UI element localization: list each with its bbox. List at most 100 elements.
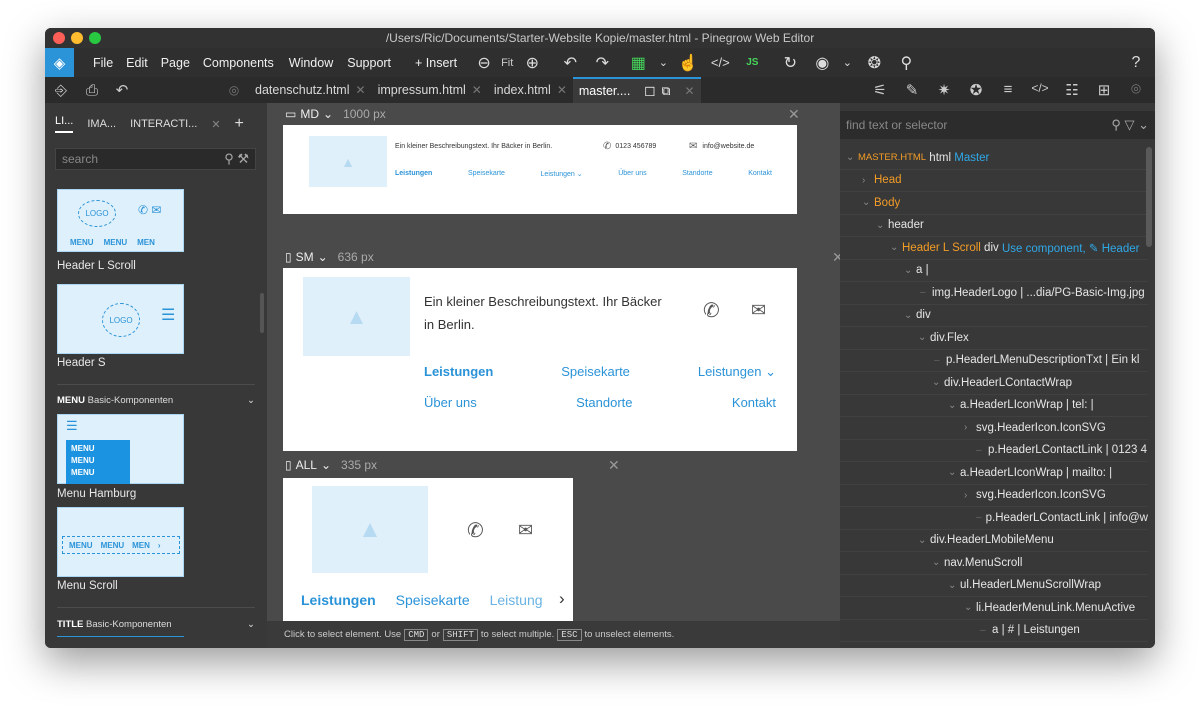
scrollbar[interactable]	[1146, 147, 1152, 247]
close-icon[interactable]: ✕	[788, 106, 800, 123]
chevron-down-icon[interactable]: ⌄	[918, 535, 930, 546]
visibility-icon[interactable]: ◎	[1121, 81, 1151, 99]
chevron-down-icon[interactable]: ⌄	[904, 310, 916, 321]
brush-icon[interactable]: ✎	[897, 81, 927, 99]
component-thumb[interactable]: MENU MENU MEN ›	[57, 507, 184, 577]
refresh-icon[interactable]: ↻	[777, 48, 803, 77]
close-icon[interactable]: ✕	[557, 83, 567, 97]
tab-index[interactable]: index.html ✕	[488, 77, 573, 103]
open-page-icon[interactable]: ⎆	[45, 82, 77, 99]
tree-node[interactable]: ⌄ MASTER.HTML html Master	[840, 147, 1148, 170]
tree-node[interactable]: – img.HeaderLogo | ...dia/PG-Basic-Img.jp…	[840, 282, 1148, 305]
menu-file[interactable]: File	[93, 56, 113, 70]
nav-link[interactable]: Leistung	[490, 592, 543, 608]
square-icon[interactable]: ☐	[644, 84, 655, 99]
insert-button[interactable]: + Insert	[415, 56, 457, 70]
visibility-icon[interactable]: ◎	[219, 83, 249, 97]
tab-interactions[interactable]: INTERACTI...	[130, 118, 197, 130]
tree-node[interactable]: ⌄ li.HeaderMenuLink.MenuActive	[840, 597, 1148, 620]
settings-icon[interactable]: ❂	[861, 48, 887, 77]
component-thumb[interactable]: LOGO ✆ ✉ MENU MENU MEN	[57, 189, 184, 252]
chevron-down-icon[interactable]: ⌄	[918, 332, 930, 343]
save-icon[interactable]: ⎙	[77, 82, 107, 99]
tree-node[interactable]: ⌄ nav.MenuScroll	[840, 552, 1148, 575]
nav-link[interactable]: Leistungen	[395, 170, 432, 178]
pinegrow-logo-icon[interactable]: ◈	[45, 48, 74, 77]
add-icon[interactable]: +	[235, 115, 244, 133]
contact-email[interactable]: ✉ info@website.de	[689, 141, 754, 152]
menu-support[interactable]: Support	[347, 56, 391, 70]
section-header-menu[interactable]: MENU Basic-Komponenten ⌄	[57, 395, 255, 406]
menu-page[interactable]: Page	[161, 56, 190, 70]
chevron-down-icon[interactable]: ⌄	[862, 197, 874, 208]
nav-link[interactable]: Kontakt	[732, 395, 776, 410]
tree-node[interactable]: ⌄ div.HeaderLContactWrap	[840, 372, 1148, 395]
close-icon[interactable]: ✕	[472, 83, 482, 97]
grid-icon[interactable]: ▦	[625, 48, 651, 77]
viewport-header-sm[interactable]: ▯ SM ⌄ 636 px	[285, 246, 374, 268]
tree-node[interactable]: ⌄ ul.HeaderLMenuScrollWrap	[840, 575, 1148, 597]
tree-icon[interactable]: ☷	[1057, 81, 1087, 99]
chevron-down-icon[interactable]: ⌄	[890, 242, 902, 253]
phone-icon[interactable]: ✆	[703, 298, 720, 323]
chevron-down-icon[interactable]: ⌄	[964, 602, 976, 613]
undo-icon[interactable]: ↶	[557, 48, 583, 77]
chevron-right-icon[interactable]: ›	[964, 422, 976, 433]
tree-node[interactable]: › svg.HeaderIcon.IconSVG	[840, 417, 1148, 440]
tree-node[interactable]: – p.HeaderLMenuDescriptionTxt | Ein kl	[840, 350, 1148, 372]
nav-link[interactable]: Speisekarte	[468, 170, 505, 178]
nav-link[interactable]: Speisekarte	[561, 364, 630, 380]
chevron-down-icon[interactable]: ⌄	[247, 395, 255, 406]
nav-link[interactable]: Kontakt	[748, 170, 772, 178]
chevron-right-icon[interactable]: ›	[964, 490, 976, 501]
nav-link[interactable]: Speisekarte	[396, 592, 470, 608]
section-header-title[interactable]: TITLE Basic-Komponenten ⌄	[57, 619, 255, 630]
tree-node[interactable]: ⌄ a.HeaderLIconWrap | tel: |	[840, 395, 1148, 417]
tree-node[interactable]: ⌄ header	[840, 215, 1148, 237]
mail-icon[interactable]: ✉	[751, 300, 766, 321]
chevron-down-icon[interactable]: ⌄	[846, 152, 858, 163]
close-icon[interactable]: ✕	[608, 457, 620, 474]
tree-node[interactable]: ⌄ div.HeaderLMobileMenu	[840, 530, 1148, 552]
nav-link[interactable]: Leistungen	[301, 592, 376, 608]
nav-link[interactable]: Standorte	[682, 170, 712, 178]
tree-node[interactable]: ⌄ Body	[840, 192, 1148, 215]
chevron-down-icon[interactable]: ⌄	[948, 467, 960, 478]
search-icon[interactable]: ⚲	[893, 48, 919, 77]
code-icon[interactable]: </>	[1025, 81, 1055, 99]
search-input[interactable]: search ⚲ ⚒	[55, 148, 256, 170]
close-window-button[interactable]	[53, 32, 65, 44]
chevron-down-icon[interactable]: ⌄	[247, 619, 255, 630]
chevron-down-icon[interactable]: ⌄	[876, 220, 888, 231]
interaction-icon[interactable]: ☝	[675, 48, 701, 77]
fit-button[interactable]: Fit	[501, 57, 513, 69]
help-icon[interactable]: ?	[1123, 48, 1149, 77]
scrollbar[interactable]	[260, 293, 264, 333]
viewport-header-all[interactable]: ▯ ALL ⌄ 335 px	[285, 454, 377, 476]
redo-icon[interactable]: ↷	[589, 48, 615, 77]
tree-node[interactable]: – a | # | Leistungen	[840, 620, 1148, 642]
chevron-down-icon[interactable]: ⌄	[657, 48, 669, 77]
menu-components[interactable]: Components	[203, 56, 274, 70]
zoom-window-button[interactable]	[89, 32, 101, 44]
header-logo-image[interactable]: ▲	[312, 486, 428, 573]
tree-search-input[interactable]: find text or selector ⚲ ▽ ⌄	[840, 111, 1155, 139]
close-icon[interactable]: ✕	[832, 249, 840, 266]
minimize-window-button[interactable]	[71, 32, 83, 44]
sliders-icon[interactable]: ⚟	[865, 81, 895, 99]
contact-phone[interactable]: ✆ 0123 456789	[603, 141, 656, 152]
nav-link[interactable]: Über uns	[618, 170, 646, 178]
chevron-down-icon[interactable]: ⌄	[323, 107, 333, 121]
chevron-down-icon[interactable]: ⌄	[321, 458, 331, 472]
tree-node[interactable]: ⌄ div.Flex	[840, 327, 1148, 350]
nav-link[interactable]: Standorte	[576, 395, 632, 410]
nav-link[interactable]: Über uns	[424, 395, 477, 410]
nav-link[interactable]: Leistungen	[424, 364, 493, 380]
menu-edit[interactable]: Edit	[126, 56, 148, 70]
tab-images[interactable]: IMA...	[87, 118, 116, 130]
component-thumb[interactable]: ☰ MENU MENU MENU	[57, 414, 184, 484]
chevron-down-icon[interactable]: ⌄	[841, 48, 853, 77]
zoom-in-icon[interactable]: ⊕	[519, 48, 545, 77]
tree-node[interactable]: ⌄ Header L Scroll div Use component, ✎ He…	[840, 237, 1148, 260]
chevron-down-icon[interactable]: ⌄	[932, 557, 944, 568]
